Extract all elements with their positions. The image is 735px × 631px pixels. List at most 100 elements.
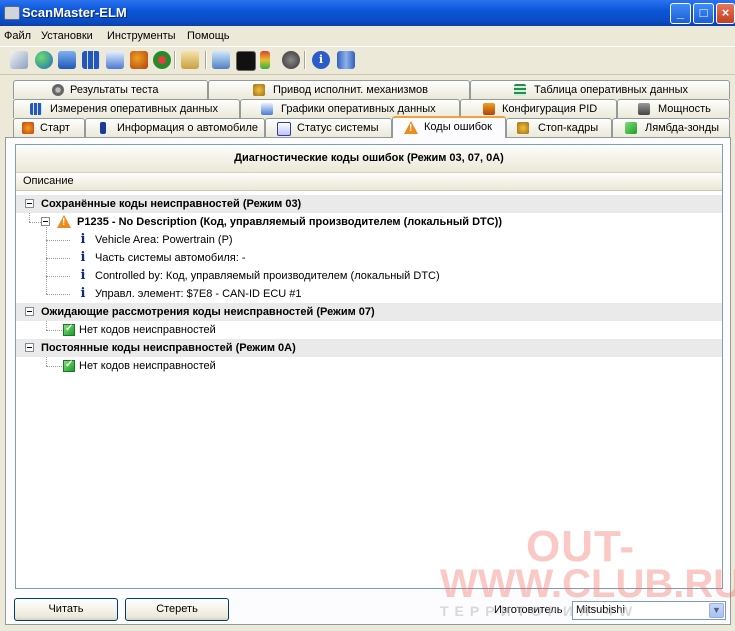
info-icon: i — [80, 268, 86, 283]
tab-dtc[interactable]: Коды ошибок — [392, 116, 506, 138]
stored-codes-group[interactable]: Сохранённые коды неисправностей (Режим 0… — [16, 195, 722, 213]
dtc-code-row[interactable]: P1235 - No Description (Код, управляемый… — [16, 213, 722, 231]
menu-settings[interactable]: Установки — [41, 30, 93, 42]
no-codes-label: Нет кодов неисправностей — [79, 360, 216, 372]
clear-button[interactable]: Стереть — [125, 598, 229, 621]
traffic-icon[interactable] — [153, 51, 171, 69]
hand-icon — [253, 84, 265, 96]
grid-icon — [30, 103, 42, 115]
tab-label: Таблица оперативных данных — [534, 84, 689, 96]
tab-start[interactable]: Старт — [13, 118, 85, 137]
config-icon — [483, 103, 495, 115]
tab-label: Привод исполнит. механизмов — [273, 84, 429, 96]
tab-label: Информация о автомобиле — [117, 122, 258, 134]
dtc-code-label: P1235 - No Description (Код, управляемый… — [77, 216, 503, 228]
permanent-codes-group[interactable]: Постоянные коды неисправностей (Режим 0A… — [16, 339, 722, 357]
no-codes-label: Нет кодов неисправностей — [79, 324, 216, 336]
collapse-icon[interactable] — [41, 217, 50, 226]
terminal-icon[interactable] — [236, 51, 256, 71]
menu-help[interactable]: Помощь — [187, 30, 230, 42]
dtc-detail-row[interactable]: i Vehicle Area: Powertrain (P) — [16, 231, 722, 249]
tab-label: Стоп-кадры — [538, 122, 599, 134]
window-title: ScanMaster-ELM — [22, 5, 127, 20]
tab-power[interactable]: Мощность — [617, 99, 730, 118]
dtc-detail-row[interactable]: i Управл. элемент: $7E8 - CAN-ID ECU #1 — [16, 285, 722, 303]
info-icon: i — [80, 232, 86, 247]
collapse-icon[interactable] — [25, 199, 34, 208]
read-button[interactable]: Читать — [14, 598, 118, 621]
minimize-button[interactable]: _ — [670, 3, 691, 24]
detail-label: Vehicle Area: Powertrain (P) — [95, 234, 233, 246]
app-icon — [4, 6, 20, 20]
detail-label: Часть системы автомобиля: - — [95, 252, 246, 264]
title-bar[interactable]: ScanMaster-ELM _ □ × — [0, 0, 735, 26]
menu-bar: Файл Установки Инструменты Помощь — [0, 26, 735, 46]
chevron-down-icon[interactable]: ▼ — [709, 603, 724, 618]
column-description: Описание — [23, 175, 74, 187]
tab-live-data-measure[interactable]: Измерения оперативных данных — [13, 99, 240, 118]
no-codes-row[interactable]: Нет кодов неисправностей — [16, 321, 722, 339]
dtc-detail-row[interactable]: i Часть системы автомобиля: - — [16, 249, 722, 267]
pending-codes-group[interactable]: Ожидающие рассмотрения коды неисправност… — [16, 303, 722, 321]
connect-icon[interactable] — [10, 51, 28, 69]
gauge-icon[interactable] — [282, 51, 300, 69]
tab-system-status[interactable]: Статус системы — [265, 118, 392, 137]
menu-tools[interactable]: Инструменты — [107, 30, 176, 42]
close-button[interactable]: × — [716, 3, 735, 24]
clipboard-icon[interactable] — [181, 51, 199, 69]
close-icon: × — [721, 5, 730, 20]
tab-o2-sensors[interactable]: Лямбда-зонды — [612, 118, 730, 137]
info-icon[interactable]: i — [312, 51, 330, 69]
monitor-icon[interactable] — [212, 51, 230, 69]
collapse-icon[interactable] — [25, 307, 34, 316]
checklist-icon — [277, 122, 291, 136]
info-icon: i — [80, 286, 86, 301]
tab-actuators[interactable]: Привод исполнит. механизмов — [208, 80, 470, 99]
gear-icon — [52, 84, 64, 96]
group-label: Постоянные коды неисправностей (Режим 0A… — [41, 342, 296, 354]
manufacturer-select[interactable]: Mitsubishi ▼ — [572, 601, 726, 620]
maximize-button[interactable]: □ — [693, 3, 714, 24]
engine-icon — [638, 103, 650, 115]
globe-icon[interactable] — [35, 51, 53, 69]
group-label: Ожидающие рассмотрения коды неисправност… — [41, 306, 375, 318]
tab-vehicle-info[interactable]: Информация о автомобиле — [85, 118, 265, 137]
table-icon — [514, 84, 526, 96]
dtc-detail-row[interactable]: i Controlled by: Код, управляемый произв… — [16, 267, 722, 285]
people-icon[interactable] — [130, 51, 148, 69]
chart-icon[interactable] — [106, 51, 124, 69]
column-header[interactable]: Описание — [16, 173, 722, 191]
tab-label: Лямбда-зонды — [645, 122, 720, 134]
tab-label: Графики оперативных данных — [281, 103, 436, 115]
dtc-tree-list[interactable]: Диагностические коды ошибок (Режим 03, 0… — [15, 144, 723, 589]
grid-icon[interactable] — [82, 51, 100, 69]
tab-label: Статус системы — [297, 122, 379, 134]
tab-label: Старт — [40, 122, 70, 134]
group-label: Сохранённые коды неисправностей (Режим 0… — [41, 198, 302, 210]
warning-icon — [57, 215, 71, 228]
tab-label: Результаты теста — [70, 84, 159, 96]
maximize-icon: □ — [699, 5, 708, 20]
traffic-light-icon[interactable] — [260, 51, 270, 69]
toolbar: i — [0, 46, 735, 75]
minimize-icon: _ — [676, 5, 685, 20]
book-icon[interactable] — [337, 51, 355, 69]
toolbar-separator — [174, 51, 176, 69]
tab-label: Коды ошибок — [424, 121, 492, 133]
hand-icon — [517, 122, 529, 134]
menu-file[interactable]: Файл — [4, 30, 31, 42]
tab-label: Мощность — [658, 103, 711, 115]
report-icon[interactable] — [58, 51, 76, 69]
tab-live-data-table[interactable]: Таблица оперативных данных — [470, 80, 730, 99]
chart-icon — [261, 103, 273, 115]
tab-freeze-frames[interactable]: Стоп-кадры — [506, 118, 612, 137]
sensor-icon — [625, 122, 637, 134]
tab-test-results[interactable]: Результаты теста — [13, 80, 208, 99]
no-codes-row[interactable]: Нет кодов неисправностей — [16, 357, 722, 375]
warning-icon — [404, 121, 418, 134]
info-icon: i — [80, 250, 86, 265]
manufacturer-label: Изготовитель — [494, 604, 563, 616]
collapse-icon[interactable] — [25, 343, 34, 352]
ok-check-icon — [63, 323, 75, 336]
detail-label: Управл. элемент: $7E8 - CAN-ID ECU #1 — [95, 288, 302, 300]
